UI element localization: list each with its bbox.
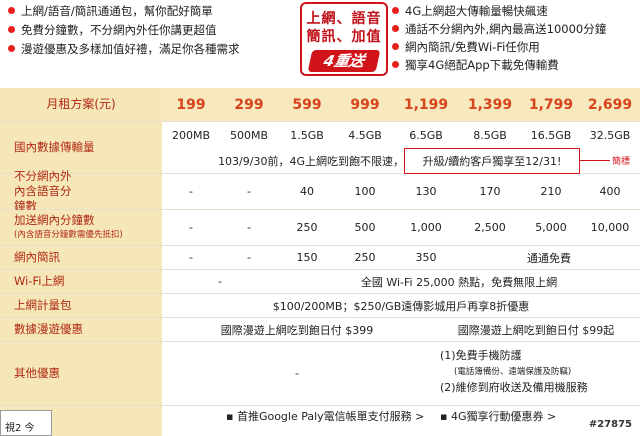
roaming-right: 國際漫遊上網吃到飽日付 $99起 [457,323,615,337]
other-label: 其他優惠 [0,342,162,405]
bullet-left-1: 上網/語音/簡訊通通包，幫你配好簡單 [8,4,213,18]
data-cell: 500MB [229,128,269,142]
roaming-label: 數據漫遊優惠 [0,318,162,341]
bullet-right-1: 4G上網超大傳輸量暢快飆速 [392,4,548,18]
wifi-text: 全國 Wi-Fi 25,000 熱點，免費無限上網 [360,275,558,289]
plan-999[interactable]: 999 [336,88,394,121]
voice-label: 不分網內外內含語音分鐘數 [0,169,162,213]
bonus-cell: 250 [296,221,318,234]
bullet-dot-icon [392,61,399,68]
bullet-dot-icon [8,45,15,52]
voice-cell: 40 [300,185,314,198]
plan-1199[interactable]: 1,199 [394,88,458,121]
callout-label: 簡標 [612,157,631,167]
plan-header-label: 月租方案(元) [0,88,162,121]
data-cell: 32.5GB [589,128,631,142]
plan-1799[interactable]: 1,799 [522,88,580,121]
wifi-row: Wi-Fi上網 - 全國 Wi-Fi 25,000 熱點，免費無限上網 [0,270,640,294]
four-bonus-badge: 上網、語音 簡訊、加值 4重送 [300,2,388,76]
data-label: 國內數據傳輸量 [0,122,162,173]
plan-header-row: 月租方案(元) 199 299 599 999 1,199 1,399 1,79… [0,88,640,122]
voice-cell: 170 [479,185,501,198]
sms-label: 網內簡訊 [0,246,162,269]
other-dash: - [295,367,299,380]
top-banner: 上網/語音/簡訊通通包，幫你配好簡單 免費分鐘數，不分網內外任你講更超值 漫遊優… [0,0,640,86]
sms-free-cell: 通通免費 [527,251,571,265]
callout-line [580,160,610,161]
voice-cell: - [247,185,251,198]
extras-row: ▪ 首推Google Paly電信帳單支付服務 > ▪ 4G獨享行動優惠券 > [0,406,640,436]
bullet-left-2: 免費分鐘數，不分網內外任你講更超值 [8,23,217,37]
wifi-dash: - [218,275,222,288]
bonus-cell: 500 [354,221,376,234]
sms-cell: 250 [354,251,376,264]
sms-cell: 350 [415,251,437,264]
metered-label: 上網計量包 [0,294,162,317]
wifi-label: Wi-Fi上網 [0,270,162,293]
bullet-dot-icon [8,7,15,14]
bonus-cell: 1,000 [410,221,442,234]
other-benefits: (1)免費手機防護 (電話簿備份、遠端保護及防竊) (2)維修到府收送及備用機服… [440,349,588,394]
bullet-right-2: 通話不分網內外,網內最高送10000分鐘 [392,22,606,36]
plan-599[interactable]: 599 [278,88,336,121]
roaming-left: 國際漫遊上網吃到飽日付 $399 [220,323,374,337]
bonus-cell: - [247,221,251,234]
sms-cell: - [247,251,251,264]
bullet-dot-icon [392,43,399,50]
metered-text: $100/200MB；$250/GB遠傳影城用戶再享8折優惠 [272,299,530,313]
other-row: 其他優惠 - (1)免費手機防護 (電話簿備份、遠端保護及防竊) (2)維修到府… [0,342,640,406]
roaming-row: 數據漫遊優惠 國際漫遊上網吃到飽日付 $399 國際漫遊上網吃到飽日付 $99起 [0,318,640,342]
bullet-right-3: 網內簡訊/免費Wi-Fi任你用 [392,40,540,54]
data-cell: 6.5GB [409,128,443,142]
bullet-dot-icon [8,26,15,33]
4g-coupon-link[interactable]: ▪ 4G獨享行動優惠券 > [440,408,556,424]
bonus-cell: - [189,221,193,234]
voice-cell: - [189,185,193,198]
data-cell: 4.5GB [348,128,382,142]
voice-row: 不分網內外內含語音分鐘數 - - 40 100 130 170 210 400 [0,169,640,213]
promo-text-a: 103/9/30前，4G上網吃到飽不限速， [218,155,404,168]
plan-299[interactable]: 299 [220,88,278,121]
bullet-dot-icon [392,7,399,14]
bullet-dot-icon [392,25,399,32]
voice-cell: 130 [415,185,437,198]
voice-cell: 400 [599,185,621,198]
bullet-right-4: 獨享4G絕配App下載免傳輸費 [392,58,559,72]
data-cell: 8.5GB [473,128,507,142]
bonus-cell: 2,500 [474,221,506,234]
data-cell: 200MB [171,128,211,142]
overlay-tooltip: 視2 今 [0,410,52,436]
watermark: #27875 [588,419,632,430]
plan-199[interactable]: 199 [162,88,220,121]
voice-cell: 210 [540,185,562,198]
plan-2699[interactable]: 2,699 [580,88,640,121]
bonus-minutes-row: 加送網內分鐘數 (內含語音分鐘數需優先抵扣) - - 250 500 1,000… [0,210,640,246]
bonus-label: 加送網內分鐘數 (內含語音分鐘數需優先抵扣) [0,210,162,245]
promo-highlight-box [404,148,580,174]
sms-cell: - [189,251,193,264]
bonus-cell: 10,000 [590,221,630,234]
sms-row: 網內簡訊 - - 150 250 350 通通免費 [0,246,640,270]
data-cell: 1.5GB [290,128,324,142]
google-play-billing-link[interactable]: ▪ 首推Google Paly電信帳單支付服務 > [226,408,424,424]
sms-cell: 150 [296,251,318,264]
data-cell: 16.5GB [530,128,572,142]
voice-cell: 100 [354,185,376,198]
bullet-left-3: 漫遊優惠及多樣加值好禮，滿足你各種需求 [8,42,240,56]
plan-1399[interactable]: 1,399 [458,88,522,121]
bonus-cell: 5,000 [535,221,567,234]
metered-row: 上網計量包 $100/200MB；$250/GB遠傳影城用戶再享8折優惠 [0,294,640,318]
